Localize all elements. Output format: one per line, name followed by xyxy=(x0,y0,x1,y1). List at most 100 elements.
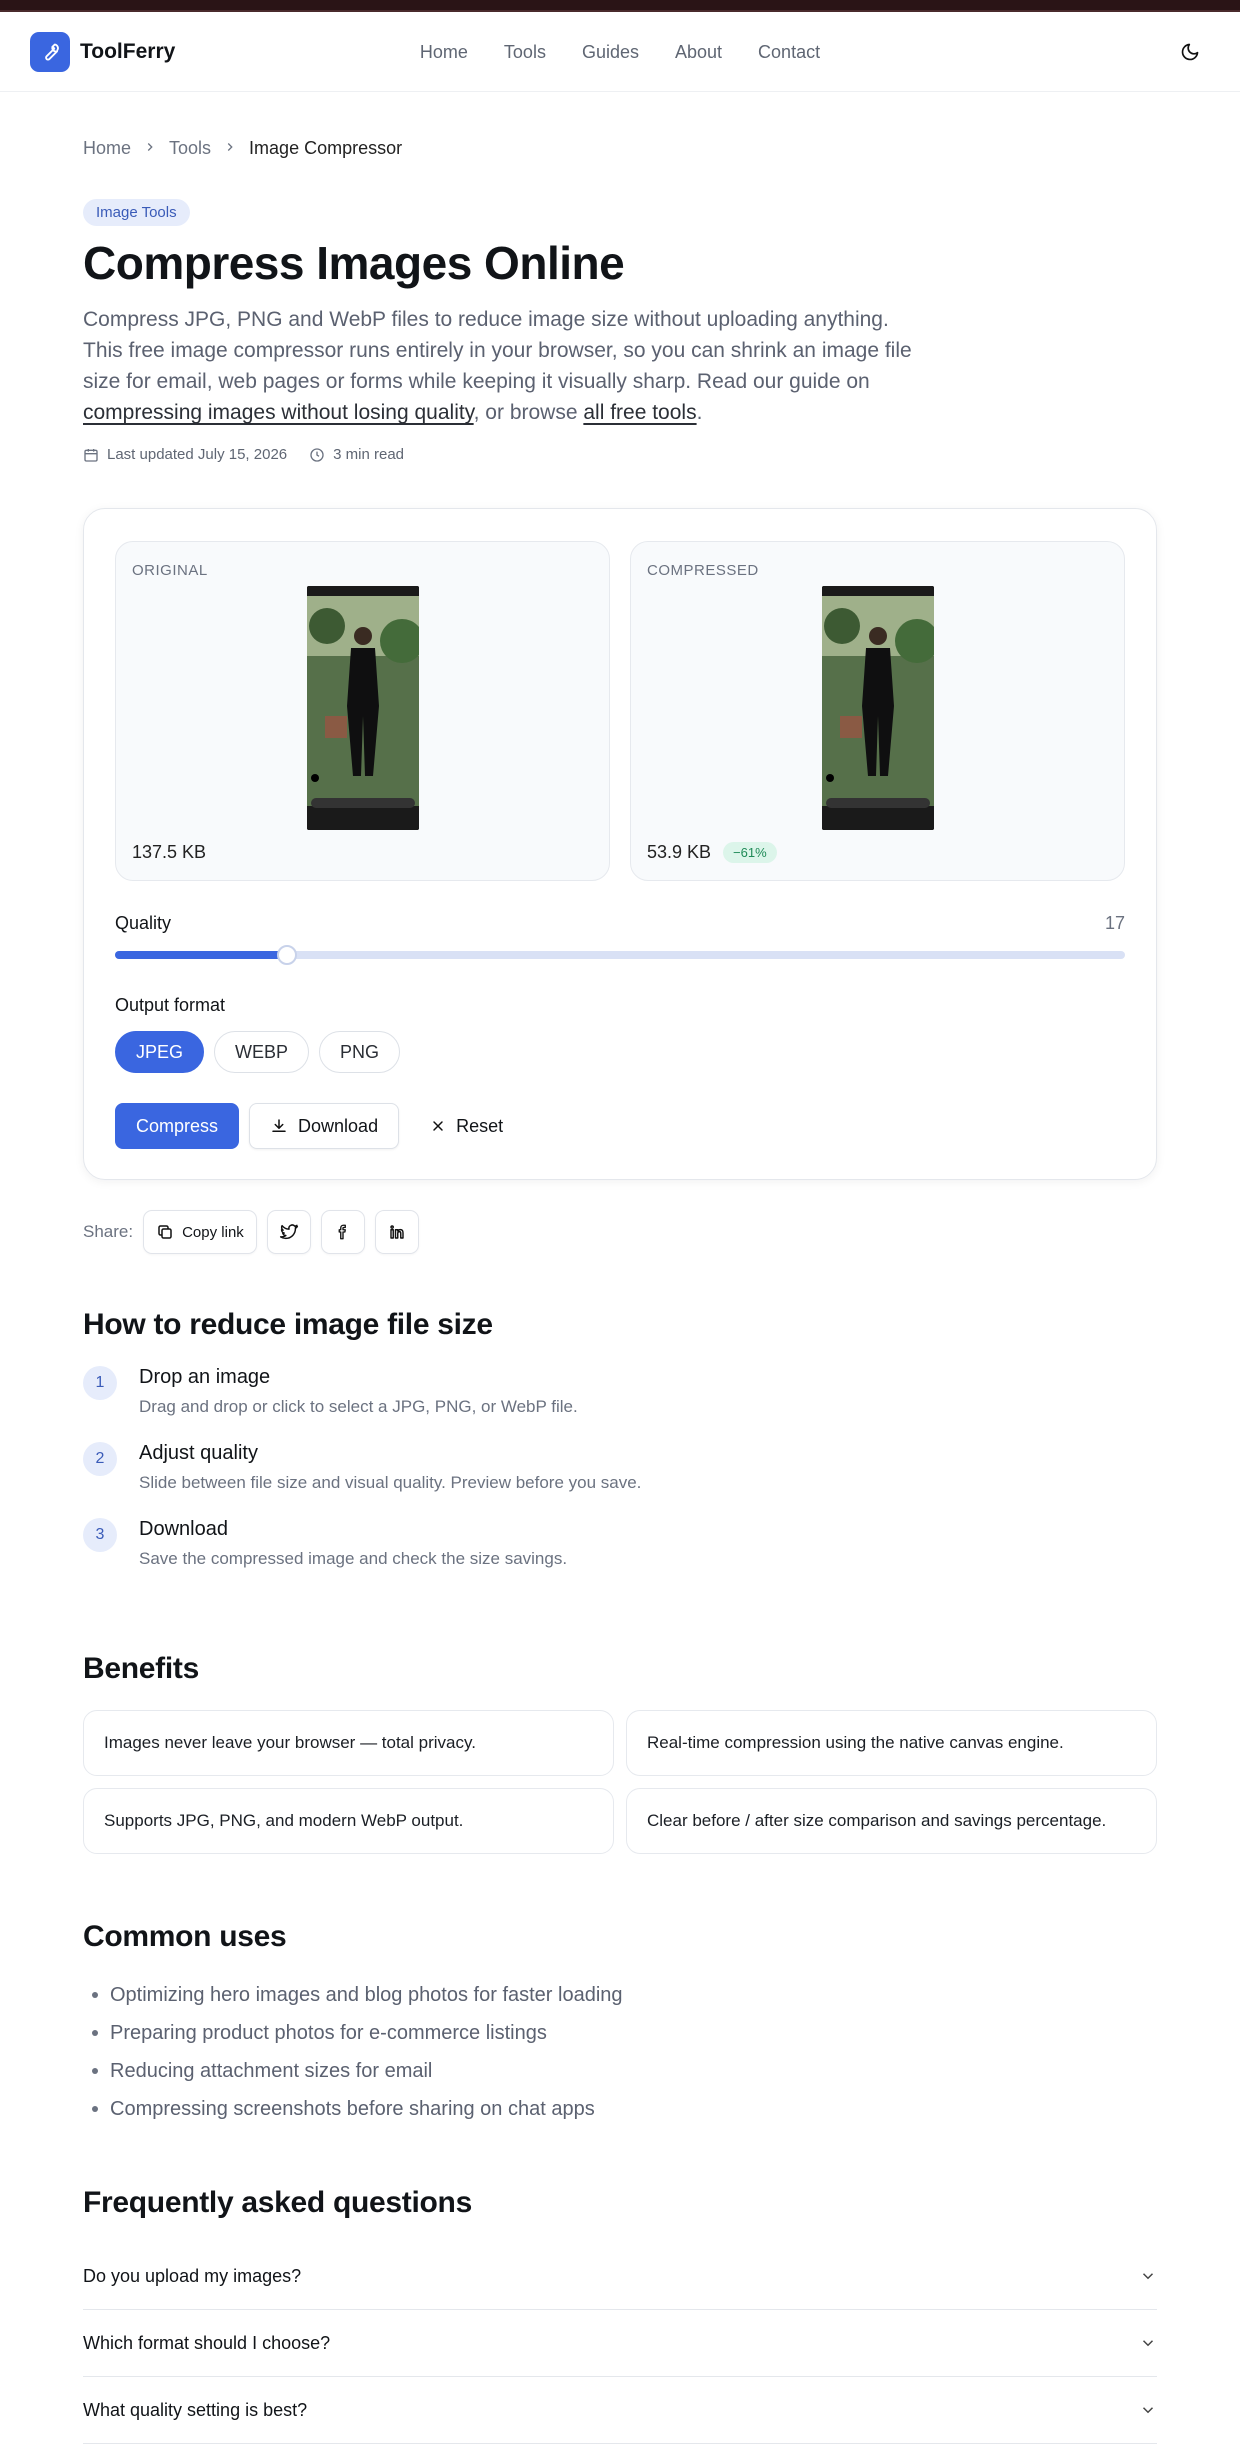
faq-question: What quality setting is best? xyxy=(83,2399,308,2420)
share-twitter-button[interactable] xyxy=(266,1210,311,1254)
benefit-card: Clear before / after size comparison and… xyxy=(626,1788,1157,1854)
quality-slider-handle[interactable] xyxy=(276,945,297,965)
category-badge[interactable]: Image Tools xyxy=(83,199,190,226)
howto-title: How to reduce image file size xyxy=(83,1308,493,1341)
chevron-right-icon xyxy=(143,138,157,159)
intro-paragraph: Compress JPG, PNG and WebP files to redu… xyxy=(83,304,923,428)
article-meta: Last updated July 15, 2026 3 min read xyxy=(83,446,1157,463)
download-button[interactable]: Download xyxy=(249,1103,400,1149)
nav-tools[interactable]: Tools xyxy=(504,42,546,63)
facebook-icon xyxy=(338,1224,346,1240)
logo[interactable]: ToolFerry xyxy=(30,31,176,72)
share-label: Share: xyxy=(83,1222,134,1241)
faq-item[interactable]: Do you upload my images? xyxy=(83,2243,1157,2310)
share-linkedin-button[interactable] xyxy=(374,1210,419,1254)
original-panel: ORIGINAL 137.5 KB xyxy=(115,541,610,881)
copy-link-label: Copy link xyxy=(182,1223,244,1241)
clock-icon xyxy=(310,447,324,462)
site-header: ToolFerry Home Tools Guides About Contac… xyxy=(0,12,1240,92)
chevron-down-icon xyxy=(1142,2273,1154,2280)
share-facebook-button[interactable] xyxy=(320,1210,365,1254)
compressed-size: 53.9 KB xyxy=(647,842,712,862)
nav-guides[interactable]: Guides xyxy=(582,42,639,63)
benefits-title: Benefits xyxy=(83,1652,199,1685)
original-image xyxy=(307,586,419,830)
step-title: Drop an image xyxy=(139,1366,271,1388)
intro-mid: , or browse xyxy=(473,401,584,424)
download-icon xyxy=(272,1119,286,1132)
list-item: Compressing screenshots before sharing o… xyxy=(83,2090,1157,2128)
breadcrumb: Home Tools Image Compressor xyxy=(83,138,1157,159)
benefit-card: Images never leave your browser — total … xyxy=(83,1710,614,1776)
step-description: Slide between file size and visual quali… xyxy=(139,1473,642,1492)
compressed-size-row: 53.9 KB −61% xyxy=(647,842,777,863)
faq-list: Do you upload my images? Which format sh… xyxy=(83,2243,1157,2444)
theme-toggle-button[interactable] xyxy=(1170,32,1210,72)
step-item: 3 Download Save the compressed image and… xyxy=(83,1518,1157,1569)
moon-icon xyxy=(1181,43,1199,60)
compressor-card: ORIGINAL 137.5 KB COMPRESSED 53.9 KB −61… xyxy=(83,508,1157,1180)
original-label: ORIGINAL xyxy=(132,562,208,579)
faq-item[interactable]: What quality setting is best? xyxy=(83,2377,1157,2444)
compressed-image xyxy=(822,586,934,830)
list-item: Preparing product photos for e-commerce … xyxy=(83,2014,1157,2052)
breadcrumb-tools[interactable]: Tools xyxy=(169,138,211,159)
step-title: Adjust quality xyxy=(139,1442,258,1464)
use-text: Optimizing hero images and blog photos f… xyxy=(110,1983,623,2006)
read-time-meta: 3 min read xyxy=(309,446,404,463)
calendar-icon xyxy=(84,448,98,462)
all-tools-link[interactable]: all free tools xyxy=(583,401,696,424)
nav-contact[interactable]: Contact xyxy=(758,42,820,63)
format-jpeg[interactable]: JPEG xyxy=(115,1031,205,1073)
close-icon xyxy=(433,1121,443,1131)
brand-name: ToolFerry xyxy=(80,39,176,63)
quality-slider-fill xyxy=(115,951,287,959)
faq-title: Frequently asked questions xyxy=(83,2186,472,2219)
quality-slider[interactable] xyxy=(115,945,1125,965)
copy-link-button[interactable]: Copy link xyxy=(143,1210,257,1254)
step-number: 2 xyxy=(83,1442,117,1476)
step-number: 1 xyxy=(83,1366,117,1400)
use-text: Reducing attachment sizes for email xyxy=(110,2059,433,2082)
intro-text: Compress JPG, PNG and WebP files to redu… xyxy=(83,308,912,393)
original-size-row: 137.5 KB xyxy=(132,842,206,863)
compress-label: Compress xyxy=(136,1115,219,1136)
updated-meta: Last updated July 15, 2026 xyxy=(83,446,287,463)
guide-link[interactable]: compressing images without losing qualit… xyxy=(83,401,474,424)
compressed-panel: COMPRESSED 53.9 KB −61% xyxy=(630,541,1125,881)
main-nav: Home Tools Guides About Contact xyxy=(0,12,1240,92)
copy-icon xyxy=(158,1225,172,1239)
format-label: Output format xyxy=(115,995,226,1015)
wrench-icon xyxy=(30,31,70,72)
benefit-card: Real-time compression using the native c… xyxy=(626,1710,1157,1776)
page-title: Compress Images Online xyxy=(83,237,625,289)
format-webp[interactable]: WEBP xyxy=(214,1031,310,1073)
faq-question: Do you upload my images? xyxy=(83,2265,302,2286)
quality-row: Quality 17 xyxy=(115,913,1125,934)
reset-label: Reset xyxy=(456,1115,504,1136)
chevron-down-icon xyxy=(1142,2407,1154,2414)
compress-button[interactable]: Compress xyxy=(115,1103,240,1149)
reset-button[interactable]: Reset xyxy=(409,1103,525,1149)
breadcrumb-home[interactable]: Home xyxy=(83,138,131,159)
quality-label: Quality xyxy=(115,913,172,933)
step-item: 1 Drop an image Drag and drop or click t… xyxy=(83,1366,1157,1417)
format-png[interactable]: PNG xyxy=(319,1031,401,1073)
nav-about[interactable]: About xyxy=(675,42,722,63)
breadcrumb-current: Image Compressor xyxy=(249,138,403,158)
twitter-icon xyxy=(279,1224,298,1240)
benefits-grid: Images never leave your browser — total … xyxy=(83,1710,1157,1854)
intro-end: . xyxy=(696,401,703,424)
linkedin-icon xyxy=(390,1225,404,1239)
uses-title: Common uses xyxy=(83,1920,287,1953)
faq-item[interactable]: Which format should I choose? xyxy=(83,2310,1157,2377)
badge-wrap: Image Tools xyxy=(83,199,1157,226)
step-description: Drag and drop or click to select a JPG, … xyxy=(139,1397,578,1416)
savings-badge: −61% xyxy=(723,842,777,863)
nav-home[interactable]: Home xyxy=(420,42,468,63)
step-item: 2 Adjust quality Slide between file size… xyxy=(83,1442,1157,1493)
read-time-text: 3 min read xyxy=(333,446,405,463)
use-text: Preparing product photos for e-commerce … xyxy=(110,2021,547,2044)
list-item: Optimizing hero images and blog photos f… xyxy=(83,1976,1157,2014)
format-selector: JPEG WEBP PNG xyxy=(115,1031,401,1073)
